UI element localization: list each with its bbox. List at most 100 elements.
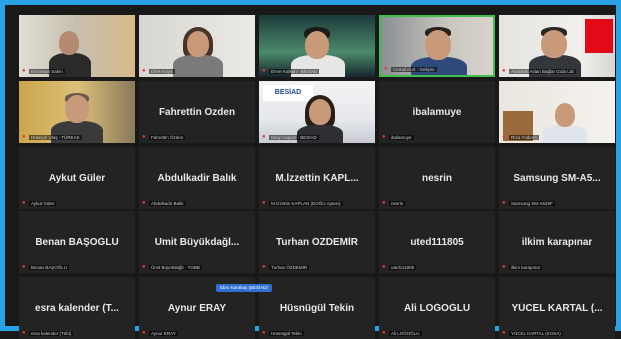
participant-caption: ● Dilek Kaya xyxy=(142,68,175,74)
participant-caption: ● esra kalender (Tübi) xyxy=(22,330,74,336)
participant-tile[interactable]: Aykut Güler ● Aykut Güler xyxy=(19,147,135,209)
person-head xyxy=(187,31,209,57)
participant-tile[interactable]: Ali LOĞOĞLU ● Ali LOĞOĞLU xyxy=(379,277,495,339)
participant-name: ilkim karapınar xyxy=(521,237,593,248)
mic-muted-icon: ● xyxy=(502,134,506,140)
participant-caption: ● Cemal Kurt - Gelişim xyxy=(384,66,437,72)
person-head xyxy=(309,99,331,125)
mic-muted-icon: ● xyxy=(502,200,506,206)
mic-muted-icon: ● xyxy=(502,68,506,74)
person-head xyxy=(425,30,451,60)
participant-caption: ● YÜCEL KARTAL (KOSA) xyxy=(502,330,563,336)
mic-muted-icon: ● xyxy=(382,134,386,140)
mic-muted-icon: ● xyxy=(22,68,26,74)
participant-name: Ali LOĞOĞLU xyxy=(403,303,471,314)
participant-name: Ümit Büyükdağl... xyxy=(154,237,240,248)
participant-name: M.İzzettin KAPL... xyxy=(275,173,359,184)
participant-name: nesrin xyxy=(421,173,452,184)
participant-tile[interactable]: Abdulkadir Balık ● Abdulkadir Balık xyxy=(139,147,255,209)
participant-tile[interactable]: Hüsnügül Tekin ● Hüsnügül Tekin xyxy=(259,277,375,339)
participant-name: Samsung SM-A5... xyxy=(513,173,601,184)
participant-tile[interactable]: ● Esmehan Sahin xyxy=(19,15,135,77)
mic-muted-icon: ● xyxy=(262,134,266,140)
mic-muted-icon: ● xyxy=(142,200,146,206)
participant-tile-active-speaker[interactable]: ● Cemal Kurt - Gelişim xyxy=(379,15,495,77)
mic-muted-icon: ● xyxy=(142,264,146,270)
person-body xyxy=(543,125,587,143)
mic-muted-icon: ● xyxy=(142,134,146,140)
participant-caption: ● Ümit Büyükdağlı - TOBB xyxy=(142,264,202,270)
participant-caption: ● ilkim karapınar xyxy=(502,264,543,270)
person-body xyxy=(173,55,223,77)
participant-name: esra kalender (T... xyxy=(35,303,119,314)
participant-caption: ● M.İzzettin KAPLAN (DOĞU Ajansı) xyxy=(262,200,343,206)
participant-caption: ● ibalamuye xyxy=(382,134,414,140)
participant-tile[interactable]: Samsung SM-A5... ● Samsung SM-A525F xyxy=(499,147,615,209)
participant-tile[interactable]: esra kalender (T... ● esra kalender (Tübi… xyxy=(19,277,135,339)
mic-muted-icon: ● xyxy=(142,68,146,74)
gallery-view-window: ● Esmehan Sahin ● Dilek Kaya ● Emre Kalkan … xyxy=(0,0,621,339)
participant-caption: ● Hüsnügül Tekin xyxy=(262,330,304,336)
mic-muted-icon: ● xyxy=(502,264,506,270)
besiad-logo: BESİAD xyxy=(263,85,313,101)
participant-caption: ● Esmehan Sahin xyxy=(22,68,65,74)
participant-name: Aynur ERAY xyxy=(167,303,227,314)
participant-name: Turhan ÖZDEMİR xyxy=(275,237,359,248)
participant-tile[interactable]: BESİAD ● Nilay Kaplan - BESİAD xyxy=(259,81,375,143)
mic-muted-icon: ● xyxy=(262,68,266,74)
floating-name-label: Ebru Karakaş (BESİAD) xyxy=(216,284,273,292)
participant-caption: ● Aykut Güler xyxy=(22,200,57,206)
participant-caption: ● Ali LOĞOĞLU xyxy=(382,330,422,336)
participant-name: Hüsnügül Tekin xyxy=(279,303,355,314)
participant-tile[interactable]: uted111805 ● uted111805 xyxy=(379,211,495,273)
participant-caption: ● Samsung SM-A525F xyxy=(502,200,555,206)
participant-tile[interactable]: Ümit Büyükdağl... ● Ümit Büyükdağlı - TOB… xyxy=(139,211,255,273)
person-head xyxy=(305,31,329,59)
participant-caption: ● Fahrettin Özden xyxy=(142,134,186,140)
participant-caption: ● nesrin xyxy=(382,200,406,206)
mic-muted-icon: ● xyxy=(384,66,388,72)
participant-tile[interactable]: ibalamuye ● ibalamuye xyxy=(379,81,495,143)
participant-tile[interactable]: ● Rıza Yıldırım xyxy=(499,81,615,143)
participant-tile[interactable]: ilkim karapınar ● ilkim karapınar xyxy=(499,211,615,273)
participant-name: ibalamuye xyxy=(412,107,462,118)
participant-caption: ● Rıza Yıldırım xyxy=(502,134,539,140)
participant-name: Benan BAŞOĞLU xyxy=(35,237,119,248)
mic-muted-icon: ● xyxy=(22,134,26,140)
participant-caption: ● Aynur ERAY xyxy=(142,330,178,336)
participant-tile[interactable]: Turhan ÖZDEMİR ● Turhan ÖZDEMİR xyxy=(259,211,375,273)
participant-tile[interactable]: ● Dilek Kaya xyxy=(139,15,255,77)
participant-tile[interactable]: ● Hüseyin Ulaş - TÜRKAK xyxy=(19,81,135,143)
participant-caption: ● Benan BAŞOĞLU xyxy=(22,264,70,270)
participant-tile[interactable]: Fahrettin Özden ● Fahrettin Özden xyxy=(139,81,255,143)
mic-muted-icon: ● xyxy=(22,200,26,206)
participant-tile[interactable]: Benan BAŞOĞLU ● Benan BAŞOĞLU xyxy=(19,211,135,273)
mic-muted-icon: ● xyxy=(382,200,386,206)
participant-caption: ● uted111805 xyxy=(382,264,417,270)
participant-caption: ● Hüseyin Ulaş - TÜRKAK xyxy=(22,134,82,140)
participant-tile[interactable]: ● Emre Kalkan - BESİAD xyxy=(259,15,375,77)
flag xyxy=(585,19,613,53)
participant-caption: ● Abdulkadir Balık xyxy=(142,200,186,206)
participant-caption: ● Nilay Kaplan - BESİAD xyxy=(262,134,319,140)
participant-grid: ● Esmehan Sahin ● Dilek Kaya ● Emre Kalkan … xyxy=(19,15,616,339)
participant-caption: ● Abdullah Aslan Bağlar Gıda Ltd xyxy=(502,68,576,74)
mic-muted-icon: ● xyxy=(382,264,386,270)
participant-name: Abdulkadir Balık xyxy=(157,173,237,184)
participant-name: Fahrettin Özden xyxy=(158,107,236,118)
mic-muted-icon: ● xyxy=(22,264,26,270)
person-head xyxy=(555,103,575,127)
mic-muted-icon: ● xyxy=(262,264,266,270)
participant-caption: ● Turhan ÖZDEMİR xyxy=(262,264,310,270)
participant-tile[interactable]: M.İzzettin KAPL... ● M.İzzettin KAPLAN (D… xyxy=(259,147,375,209)
participant-name: Aykut Güler xyxy=(48,173,106,184)
participant-tile[interactable]: nesrin ● nesrin xyxy=(379,147,495,209)
participant-tile[interactable]: YÜCEL KARTAL (... ● YÜCEL KARTAL (KOSA) xyxy=(499,277,615,339)
participant-caption: ● Emre Kalkan - BESİAD xyxy=(262,68,320,74)
participant-name: YÜCEL KARTAL (... xyxy=(511,303,603,314)
mic-muted-icon: ● xyxy=(262,200,266,206)
person-head xyxy=(65,95,89,123)
person-head xyxy=(541,30,567,58)
participant-tile[interactable]: ● Abdullah Aslan Bağlar Gıda Ltd xyxy=(499,15,615,77)
participant-name: uted111805 xyxy=(410,237,464,248)
